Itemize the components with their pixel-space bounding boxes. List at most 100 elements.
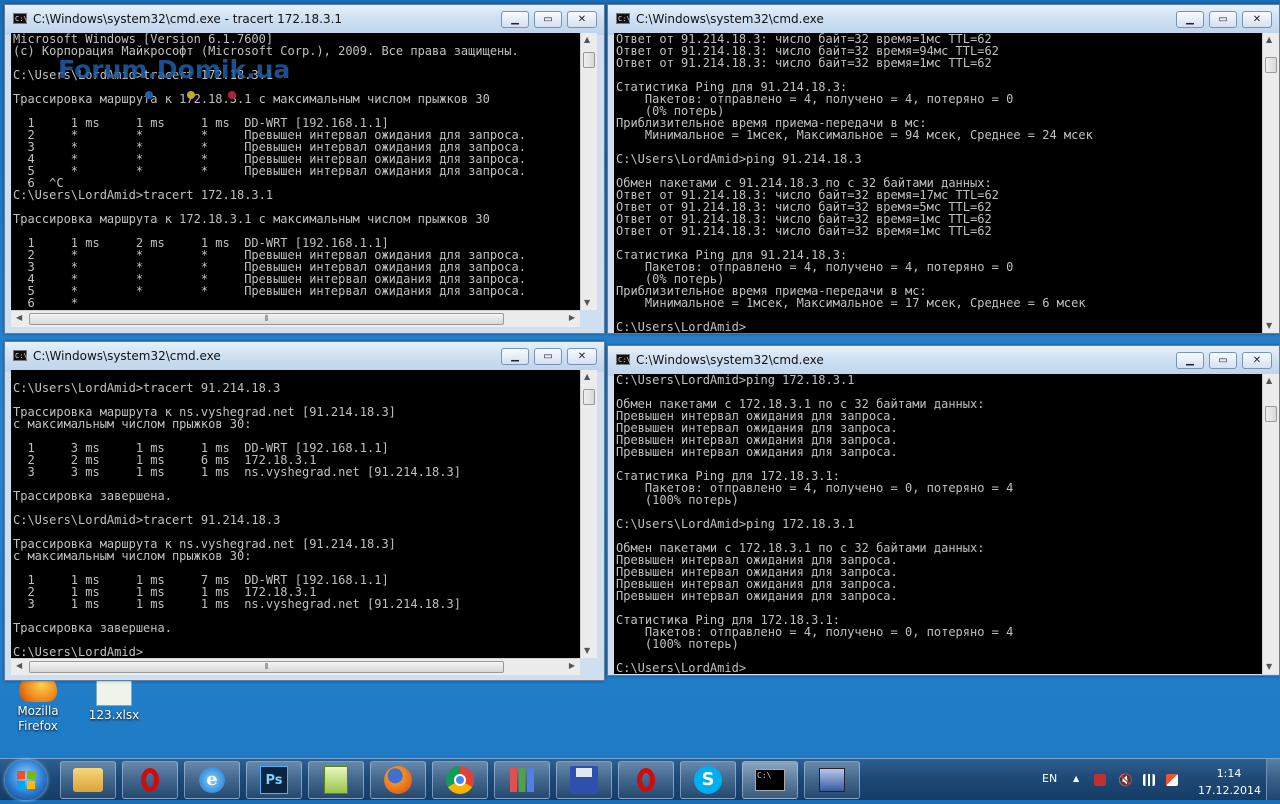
scroll-down-icon[interactable]: ▼	[584, 647, 590, 655]
close-icon: ✕	[1252, 13, 1262, 25]
scroll-right-icon[interactable]: ▶	[569, 662, 575, 670]
taskbar-notepad-plus-plus[interactable]	[308, 761, 364, 799]
cmd-window-tracert-1[interactable]: C:\ C:\Windows\system32\cmd.exe - tracer…	[4, 4, 605, 334]
desktop-icon-firefox[interactable]: Mozilla Firefox	[0, 672, 76, 734]
close-button[interactable]: ✕	[1242, 11, 1272, 28]
network-manager-icon	[819, 768, 845, 792]
cmd-icon: C:\	[616, 13, 631, 24]
minimize-button[interactable]: ▁	[501, 348, 529, 365]
taskbar-chrome[interactable]	[432, 761, 488, 799]
close-icon: ✕	[1252, 354, 1262, 366]
scroll-thumb[interactable]	[1265, 57, 1277, 73]
taskbar: e Ps S C:\ EN ▲ 🔇 1:14 17.12.2014	[0, 758, 1280, 800]
scroll-thumb[interactable]	[1265, 406, 1277, 422]
taskbar-skype[interactable]: S	[680, 761, 736, 799]
window-title: C:\Windows\system32\cmd.exe	[636, 353, 824, 367]
opera-icon	[637, 768, 655, 792]
internet-explorer-icon: e	[199, 767, 225, 793]
cmd-icon: C:\	[616, 354, 631, 365]
scroll-up-icon[interactable]: ▲	[1266, 377, 1272, 385]
maximize-icon: ▭	[543, 350, 553, 362]
volume-muted-icon[interactable]: 🔇	[1118, 774, 1133, 786]
scroll-thumb[interactable]	[583, 52, 595, 68]
close-button[interactable]: ✕	[567, 11, 597, 28]
save-floppy-icon	[570, 766, 598, 794]
maximize-button[interactable]: ▭	[1209, 11, 1237, 28]
taskbar-internet-explorer[interactable]: e	[184, 761, 240, 799]
scroll-up-icon[interactable]: ▲	[584, 36, 590, 44]
minimize-button[interactable]: ▁	[1176, 352, 1204, 369]
notepad-plus-plus-icon	[324, 766, 348, 794]
minimize-button[interactable]: ▁	[1176, 11, 1204, 28]
scroll-thumb[interactable]	[583, 389, 595, 405]
taskbar-opera[interactable]	[122, 761, 178, 799]
taskbar-save[interactable]	[556, 761, 612, 799]
show-hidden-icons-icon[interactable]: ▲	[1073, 774, 1079, 783]
scroll-left-icon[interactable]: ◀	[16, 662, 22, 670]
taskbar-apps-grid[interactable]	[494, 761, 550, 799]
cmd-icon: C:\	[13, 350, 28, 361]
window-title: C:\Windows\system32\cmd.exe	[33, 349, 221, 363]
vertical-scrollbar[interactable]: ▲ ▼	[580, 370, 597, 658]
scroll-down-icon[interactable]: ▼	[584, 299, 590, 307]
watermark-dot	[145, 91, 153, 99]
close-icon: ✕	[577, 13, 587, 25]
show-desktop-button[interactable]	[1266, 759, 1280, 800]
minimize-button[interactable]: ▁	[501, 11, 529, 28]
network-signal-icon[interactable]	[1143, 774, 1155, 786]
maximize-button[interactable]: ▭	[1209, 352, 1237, 369]
close-button[interactable]: ✕	[1242, 352, 1272, 369]
cmd-icon: C:\	[755, 769, 785, 791]
scroll-right-icon[interactable]: ▶	[569, 314, 575, 322]
start-button[interactable]	[5, 760, 47, 800]
taskbar-cmd[interactable]: C:\	[742, 761, 798, 799]
taskbar-network-manager[interactable]	[804, 761, 860, 799]
title-bar[interactable]: C:\ C:\Windows\system32\cmd.exe ▁ ▭ ✕	[5, 342, 604, 372]
desktop-icon-label: 123.xlsx	[88, 708, 140, 722]
vertical-scrollbar[interactable]: ▲ ▼	[1262, 374, 1279, 674]
scroll-up-icon[interactable]: ▲	[584, 373, 590, 381]
title-bar[interactable]: C:\ C:\Windows\system32\cmd.exe ▁ ▭ ✕	[608, 346, 1279, 376]
scroll-thumb[interactable]: ⦀	[29, 661, 504, 673]
console-output[interactable]: Ответ от 91.214.18.3: число байт=32 врем…	[614, 33, 1262, 333]
vertical-scrollbar[interactable]: ▲ ▼	[1262, 33, 1279, 333]
taskbar-explorer[interactable]	[60, 761, 116, 799]
photoshop-icon: Ps	[260, 766, 288, 794]
cmd-icon: C:\	[13, 13, 28, 24]
action-center-flag-icon[interactable]	[1166, 774, 1178, 786]
scroll-thumb[interactable]: ⦀	[29, 313, 504, 325]
maximize-icon: ▭	[543, 13, 553, 25]
skype-icon: S	[694, 766, 722, 794]
language-indicator[interactable]: EN	[1042, 772, 1057, 785]
scroll-down-icon[interactable]: ▼	[1266, 663, 1272, 671]
horizontal-scrollbar[interactable]: ◀ ⦀ ▶	[11, 658, 580, 675]
window-title: C:\Windows\system32\cmd.exe	[636, 12, 824, 26]
console-output[interactable]: C:\Users\LordAmid>ping 172.18.3.1 Обмен …	[614, 374, 1262, 674]
console-text: C:\Users\LordAmid>tracert 91.214.18.3 Тр…	[13, 381, 461, 658]
title-bar[interactable]: C:\ C:\Windows\system32\cmd.exe ▁ ▭ ✕	[608, 5, 1279, 35]
opera-icon	[141, 768, 159, 792]
close-button[interactable]: ✕	[567, 348, 597, 365]
taskbar-photoshop[interactable]: Ps	[246, 761, 302, 799]
maximize-button[interactable]: ▭	[534, 11, 562, 28]
cmd-window-ping-1[interactable]: C:\ C:\Windows\system32\cmd.exe ▁ ▭ ✕ От…	[607, 4, 1280, 334]
clock-date[interactable]: 17.12.2014	[1198, 784, 1261, 797]
clock-time[interactable]: 1:14	[1214, 767, 1244, 780]
tray-app-icon[interactable]	[1094, 774, 1106, 786]
horizontal-scrollbar[interactable]: ◀ ⦀ ▶	[11, 310, 580, 327]
maximize-button[interactable]: ▭	[534, 348, 562, 365]
desktop-icon-xlsx[interactable]: 123.xlsx	[76, 680, 152, 722]
scroll-left-icon[interactable]: ◀	[16, 314, 22, 322]
explorer-icon	[73, 768, 103, 792]
vertical-scrollbar[interactable]: ▲ ▼	[580, 33, 597, 310]
cmd-window-ping-2[interactable]: C:\ C:\Windows\system32\cmd.exe ▁ ▭ ✕ C:…	[607, 345, 1280, 676]
scroll-down-icon[interactable]: ▼	[1266, 322, 1272, 330]
console-output[interactable]: C:\Users\LordAmid>tracert 91.214.18.3 Тр…	[11, 370, 580, 658]
maximize-icon: ▭	[1218, 354, 1228, 366]
taskbar-opera-2[interactable]	[618, 761, 674, 799]
scroll-up-icon[interactable]: ▲	[1266, 36, 1272, 44]
cmd-window-tracert-2[interactable]: C:\ C:\Windows\system32\cmd.exe ▁ ▭ ✕ C:…	[4, 341, 605, 681]
minimize-icon: ▁	[1186, 354, 1194, 366]
taskbar-firefox[interactable]	[370, 761, 426, 799]
title-bar[interactable]: C:\ C:\Windows\system32\cmd.exe - tracer…	[5, 5, 604, 35]
